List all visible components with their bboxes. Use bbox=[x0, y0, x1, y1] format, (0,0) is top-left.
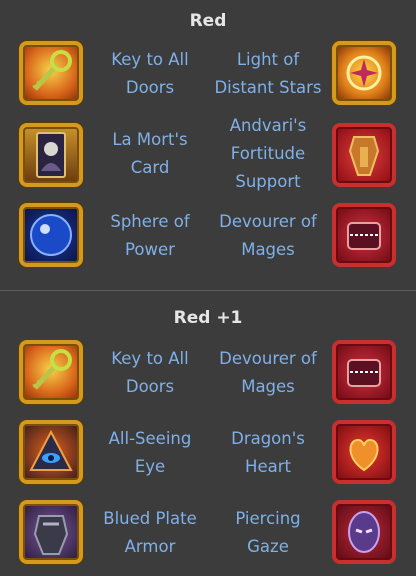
item-name-key-to-all-doors[interactable]: Key to All Doors bbox=[92, 345, 208, 401]
section-red: Red Key to All Doors Light of Distant Star… bbox=[0, 0, 416, 290]
death-card-icon[interactable] bbox=[19, 123, 83, 187]
item-name-blued-plate-armor[interactable]: Blued Plate Armor bbox=[92, 505, 208, 561]
plate-armor-icon[interactable] bbox=[19, 500, 83, 564]
item-row: La Mort's Card Andvari's Fortitude Support bbox=[0, 116, 416, 191]
section-title: Red bbox=[189, 11, 227, 31]
item-name-devourer-of-mages[interactable]: Devourer of Mages bbox=[210, 345, 326, 401]
item-name-light-of-distant-stars[interactable]: Light of Distant Stars bbox=[210, 46, 326, 102]
item-row: Key to All Doors Light of Distant Stars bbox=[0, 38, 416, 108]
eye-pyramid-icon[interactable] bbox=[19, 420, 83, 484]
monster-chest-icon[interactable] bbox=[332, 203, 396, 267]
key-icon[interactable] bbox=[19, 340, 83, 404]
item-row: Key to All Doors Devourer of Mages bbox=[0, 337, 416, 407]
item-name-la-morts-card[interactable]: La Mort's Card bbox=[92, 126, 208, 182]
item-name-all-seeing-eye[interactable]: All-Seeing Eye bbox=[92, 425, 208, 481]
armor-icon[interactable] bbox=[332, 123, 396, 187]
item-row: Blued Plate Armor Piercing Gaze bbox=[0, 497, 416, 567]
item-name-devourer-of-mages[interactable]: Devourer of Mages bbox=[210, 208, 326, 264]
purple-mask-icon[interactable] bbox=[332, 500, 396, 564]
item-name-andvaris-fortitude-support[interactable]: Andvari's Fortitude Support bbox=[210, 112, 326, 196]
section-red-plus-1: Red +1 Key to All Doors Devourer of Mages … bbox=[0, 291, 416, 576]
star-amulet-icon[interactable] bbox=[332, 41, 396, 105]
item-name-key-to-all-doors[interactable]: Key to All Doors bbox=[92, 46, 208, 102]
item-name-piercing-gaze[interactable]: Piercing Gaze bbox=[210, 505, 326, 561]
item-row: All-Seeing Eye Dragon's Heart bbox=[0, 417, 416, 487]
dragon-heart-icon[interactable] bbox=[332, 420, 396, 484]
item-name-sphere-of-power[interactable]: Sphere of Power bbox=[92, 208, 208, 264]
blue-sphere-icon[interactable] bbox=[19, 203, 83, 267]
key-icon[interactable] bbox=[19, 41, 83, 105]
item-name-dragons-heart[interactable]: Dragon's Heart bbox=[210, 425, 326, 481]
section-title: Red +1 bbox=[173, 308, 243, 328]
monster-chest-icon[interactable] bbox=[332, 340, 396, 404]
item-row: Sphere of Power Devourer of Mages bbox=[0, 200, 416, 270]
